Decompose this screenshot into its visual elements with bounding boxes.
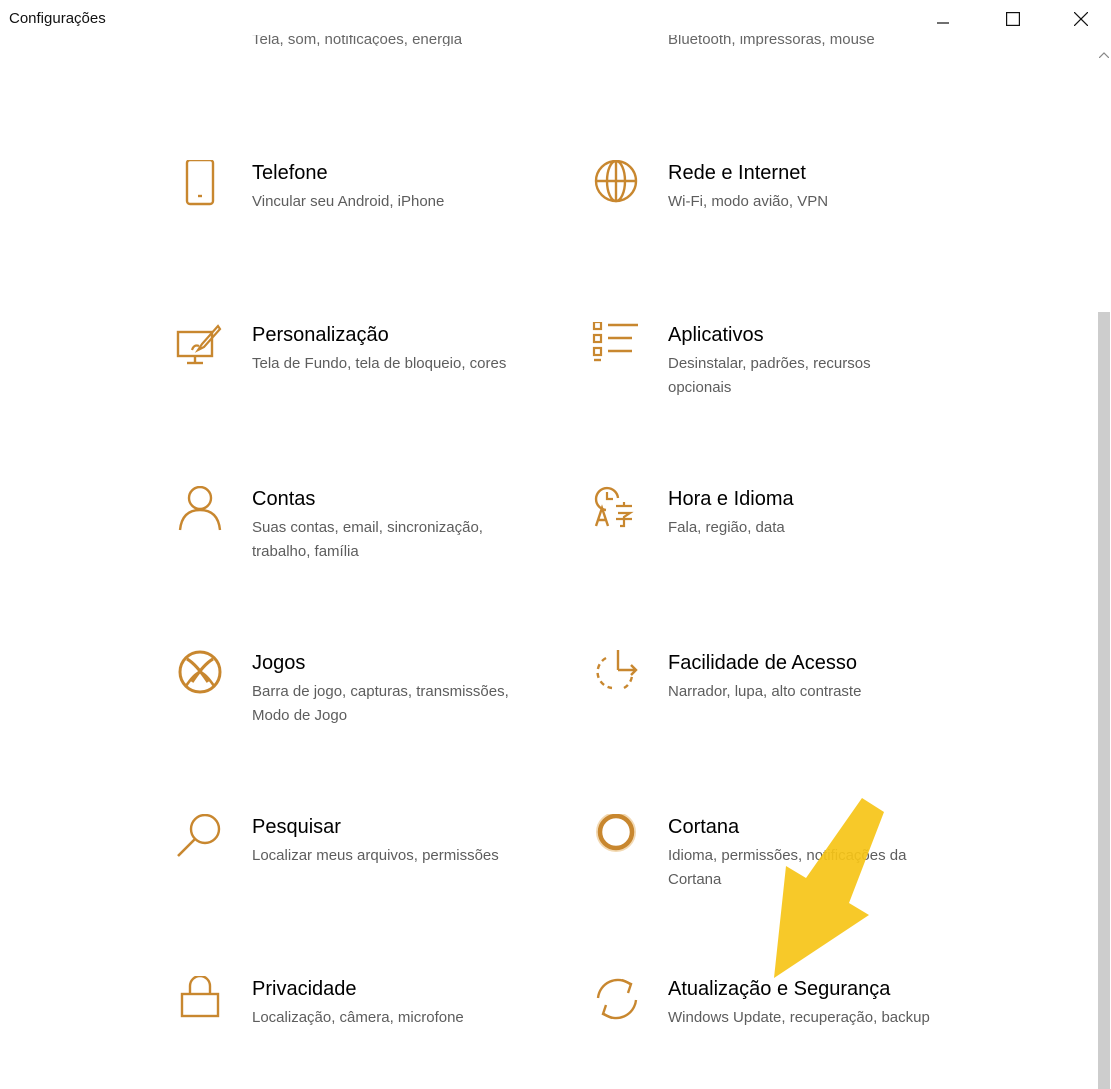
tile-label: Personalização	[252, 324, 389, 346]
tile-desc: Fala, região, data	[668, 519, 785, 536]
maximize-icon	[1006, 12, 1020, 26]
time-language-icon	[588, 486, 644, 542]
tile-label: Aplicativos	[668, 324, 764, 346]
tile-label: Pesquisar	[252, 816, 341, 838]
tile-desc: Desinstalar, padrões, recursos opcionais	[668, 355, 871, 396]
ease-of-access-icon	[588, 650, 644, 706]
tile-desc: Wi-Fi, modo avião, VPN	[668, 193, 829, 210]
paint-brush-icon	[172, 322, 228, 378]
person-icon	[172, 486, 228, 542]
tile-label: Hora e Idioma	[668, 488, 794, 510]
tile-label: Cortana	[668, 816, 740, 838]
annotation-arrow	[774, 798, 884, 978]
close-icon	[1074, 12, 1088, 26]
minimize-icon	[937, 22, 949, 24]
tile-label: Jogos	[252, 652, 306, 674]
tile-desc: Windows Update, recuperação, backup	[668, 1009, 930, 1026]
tile-label: Contas	[252, 488, 316, 510]
maximize-button[interactable]	[990, 0, 1036, 38]
close-button[interactable]	[1058, 0, 1104, 38]
tile-desc: Tela de Fundo, tela de bloqueio, cores	[252, 355, 507, 372]
cortana-icon	[588, 814, 644, 870]
tile-desc: Idioma, permissões, notificações da Cort…	[668, 847, 907, 888]
tile-label: Rede e Internet	[668, 162, 806, 184]
app-title: Configurações	[9, 10, 106, 27]
search-icon	[172, 814, 228, 870]
scroll-up-button[interactable]	[1097, 46, 1111, 64]
minimize-button[interactable]	[920, 0, 966, 38]
tile-desc: Suas contas, email, sincronização, traba…	[252, 519, 483, 560]
sync-icon	[588, 976, 644, 1032]
cutoff-desc-right: Bluetooth, impressoras, mouse	[668, 35, 875, 46]
tile-label: Atualização e Segurança	[668, 978, 891, 1000]
tile-desc: Localizar meus arquivos, permissões	[252, 847, 499, 864]
globe-icon	[588, 160, 644, 216]
tile-label: Facilidade de Acesso	[668, 652, 858, 674]
title-bar: Configurações	[0, 0, 1111, 40]
tile-label: Telefone	[252, 162, 328, 184]
tile-desc: Barra de jogo, capturas, transmissões, M…	[252, 683, 509, 724]
xbox-icon	[172, 650, 228, 706]
apps-list-icon	[588, 322, 644, 378]
tile-desc: Vincular seu Android, iPhone	[252, 193, 445, 210]
phone-icon	[172, 160, 228, 216]
tile-desc: Localização, câmera, microfone	[252, 1009, 464, 1026]
tile-desc: Narrador, lupa, alto contraste	[668, 683, 862, 700]
scrollbar-thumb[interactable]	[1098, 312, 1110, 1089]
cutoff-desc-left: Tela, som, notificações, energia	[252, 35, 463, 46]
lock-icon	[172, 976, 228, 1032]
tile-label: Privacidade	[252, 978, 357, 1000]
chevron-up-icon	[1099, 52, 1109, 58]
